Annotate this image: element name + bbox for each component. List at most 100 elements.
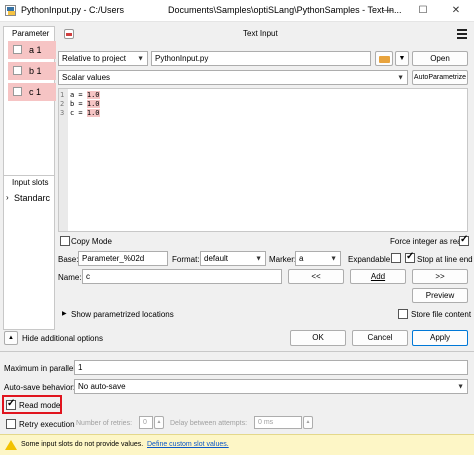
- copy-mode-label: Copy Mode: [71, 237, 112, 246]
- retry-execution-checkbox[interactable]: [6, 419, 16, 429]
- parameter-checkbox[interactable]: [13, 45, 22, 54]
- parameter-item-a[interactable]: a 1: [8, 41, 56, 59]
- input-slots-panel: Input slots › Standarc: [3, 175, 55, 330]
- value-mode-select[interactable]: Scalar values ▼: [58, 70, 408, 85]
- base-label: Base:: [58, 255, 79, 264]
- close-button[interactable]: ✕: [438, 0, 474, 22]
- code-line: b = 1.0: [70, 100, 100, 109]
- parameter-checkbox[interactable]: [13, 66, 22, 75]
- menu-icon[interactable]: [455, 26, 469, 40]
- cancel-button[interactable]: Cancel: [352, 330, 408, 346]
- expandable-checkbox[interactable]: [391, 253, 401, 263]
- retry-execution-label: Retry execution: [19, 420, 75, 429]
- window-title-path: Documents\Samples\optiSLang\PythonSample…: [168, 5, 402, 15]
- marker-label: Marker:: [269, 255, 297, 264]
- format-select[interactable]: default ▼: [200, 251, 266, 266]
- chevron-down-icon: ▼: [397, 74, 404, 81]
- marker-select[interactable]: a ▼: [295, 251, 341, 266]
- ok-button[interactable]: OK: [290, 330, 346, 346]
- path-mode-value: Relative to project: [62, 54, 127, 63]
- open-button[interactable]: Open: [412, 51, 468, 66]
- autosave-select[interactable]: No auto-save ▼: [74, 379, 468, 394]
- parametrized-value[interactable]: 1.0: [86, 100, 100, 108]
- collapse-icon[interactable]: ▲: [4, 331, 18, 345]
- expand-arrow-icon[interactable]: ▶: [62, 310, 67, 317]
- chevron-down-icon: ▼: [457, 383, 464, 390]
- read-mode-label: Read mode: [19, 401, 61, 410]
- chevron-down-icon: ▼: [330, 255, 337, 262]
- parameter-panel: Parameter a 1 b 1 c 1: [3, 26, 56, 192]
- store-file-checkbox[interactable]: [398, 309, 408, 319]
- delay-input[interactable]: 0 ms: [254, 416, 302, 429]
- max-parallel-label: Maximum in parallel:: [4, 364, 78, 373]
- copy-mode-checkbox[interactable]: [60, 236, 70, 246]
- window-title-file: PythonInput.py - C:/Users: [21, 5, 125, 15]
- parameter-item-c[interactable]: c 1: [8, 83, 56, 101]
- hide-additional-label[interactable]: Hide additional options: [22, 334, 103, 343]
- format-label: Format:: [172, 255, 200, 264]
- expandable-label: Expandable: [348, 255, 391, 264]
- retries-label: Number of retries:: [76, 420, 133, 427]
- read-mode-checkbox[interactable]: [6, 398, 16, 410]
- code-editor[interactable]: 1 2 3 a = 1.0 b = 1.0 c = 1.0: [58, 88, 468, 232]
- folder-button[interactable]: [375, 51, 393, 66]
- minimize-button[interactable]: —: [370, 0, 406, 22]
- force-integer-label: Force integer as real: [390, 237, 464, 246]
- stop-line-end-checkbox[interactable]: [405, 251, 415, 263]
- dialog-body: Parameter a 1 b 1 c 1 Input slots › Stan…: [0, 22, 474, 455]
- retries-input[interactable]: 0: [139, 416, 153, 429]
- parameter-item-b[interactable]: b 1: [8, 62, 56, 80]
- format-value: default: [204, 254, 229, 263]
- folder-icon: [379, 56, 390, 63]
- folder-dropdown-button[interactable]: ▼: [395, 51, 409, 66]
- text-input-header: Text Input: [58, 26, 471, 42]
- apply-button[interactable]: Apply: [412, 330, 468, 346]
- code-line: a = 1.0: [70, 91, 100, 100]
- value-mode-value: Scalar values: [62, 73, 111, 82]
- store-file-label: Store file content: [411, 310, 472, 319]
- parameter-label: a 1: [29, 45, 42, 55]
- warning-icon: [5, 440, 17, 450]
- line-number: 1: [60, 91, 65, 99]
- autosave-value: No auto-save: [78, 382, 126, 391]
- parametrized-value[interactable]: 1.0: [86, 109, 100, 117]
- name-input[interactable]: c: [82, 269, 282, 284]
- python-file-icon: [5, 5, 16, 16]
- parameter-header: Parameter: [12, 29, 50, 38]
- base-input[interactable]: Parameter_%02d: [78, 251, 168, 266]
- next-button[interactable]: >>: [412, 269, 468, 284]
- parameter-checkbox[interactable]: [13, 87, 22, 96]
- code-text: a =: [70, 91, 87, 99]
- title-bar: PythonInput.py - C:/Users Documents\Samp…: [0, 0, 474, 22]
- autoparametrize-button[interactable]: AutoParametrize: [412, 70, 468, 85]
- name-label: Name:: [58, 273, 82, 282]
- divider: [0, 351, 474, 352]
- add-button[interactable]: Add: [350, 269, 406, 284]
- maximize-button[interactable]: ☐: [405, 0, 441, 22]
- show-locations-label[interactable]: Show parametrized locations: [71, 310, 174, 319]
- input-slots-header: Input slots: [12, 178, 49, 187]
- text-input-icon: [64, 29, 74, 39]
- delay-label: Delay between attempts:: [170, 420, 248, 427]
- line-number: 2: [60, 100, 65, 108]
- line-number: 3: [60, 109, 65, 117]
- parameter-label: c 1: [29, 87, 42, 97]
- parametrized-value[interactable]: 1.0: [86, 91, 100, 99]
- code-line: c = 1.0: [70, 109, 100, 118]
- expand-arrow-icon[interactable]: ›: [6, 193, 9, 202]
- code-text: c =: [70, 109, 87, 117]
- define-custom-slot-link[interactable]: Define custom slot values.: [147, 441, 229, 448]
- preview-button[interactable]: Preview: [412, 288, 468, 303]
- delay-spinner[interactable]: ▲: [303, 416, 313, 429]
- marker-value: a: [299, 254, 304, 263]
- previous-button[interactable]: <<: [288, 269, 344, 284]
- file-path-input[interactable]: PythonInput.py: [151, 51, 371, 66]
- path-mode-select[interactable]: Relative to project ▼: [58, 51, 148, 66]
- input-slot-item[interactable]: Standarc: [14, 193, 50, 203]
- force-integer-checkbox[interactable]: [459, 234, 469, 246]
- warning-text: Some input slots do not provide values.: [21, 441, 144, 448]
- chevron-down-icon: ▼: [255, 255, 262, 262]
- max-parallel-input[interactable]: 1: [74, 360, 468, 375]
- retries-spinner[interactable]: ▲: [154, 416, 164, 429]
- code-text: b =: [70, 100, 87, 108]
